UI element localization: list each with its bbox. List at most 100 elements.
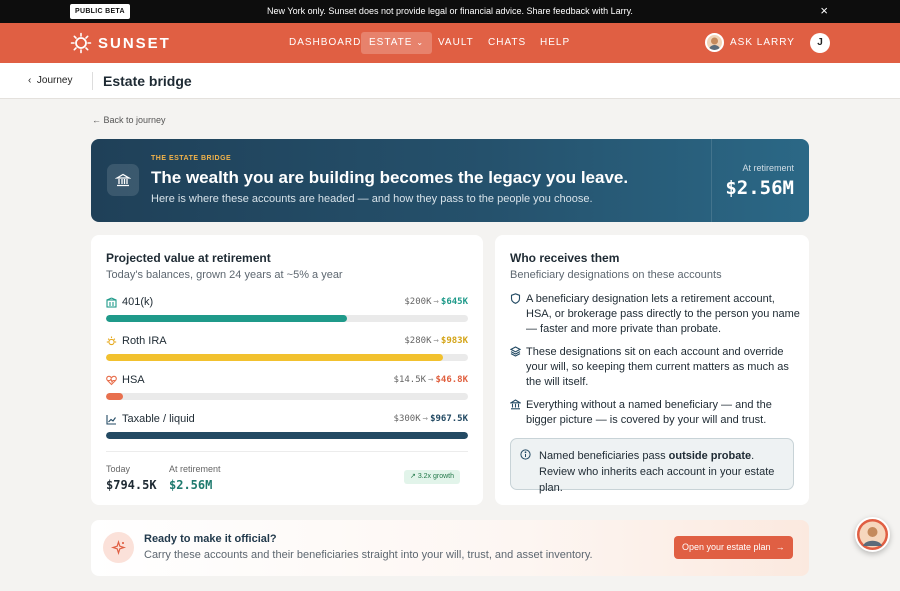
beneficiary-point-text: These designations sit on each account a…	[526, 346, 789, 388]
nav-estate[interactable]: ESTATE ⌄	[361, 32, 433, 54]
projection-subtitle: Today's balances, grown 24 years at ~5% …	[106, 269, 343, 281]
progress-track	[106, 315, 468, 322]
sunset-logo-icon	[70, 32, 92, 54]
arrow-right-icon: →	[428, 375, 434, 385]
progress-fill	[106, 354, 443, 361]
building-icon	[106, 297, 117, 308]
beneficiary-point: These designations sit on each account a…	[510, 345, 800, 390]
account-to: $645K	[440, 297, 468, 307]
chevron-left-icon: ‹	[28, 75, 37, 86]
larry-chat-launcher[interactable]	[855, 517, 890, 552]
account-to: $46.8K	[435, 375, 468, 385]
nav-chats[interactable]: CHATS	[488, 32, 526, 54]
today-total: Today $794.5K	[106, 464, 157, 492]
nav-estate-label: ESTATE	[369, 37, 413, 48]
totals-divider	[106, 451, 468, 452]
probate-note-text: Named beneficiaries pass outside probate…	[539, 448, 789, 496]
journey-back-link[interactable]: ‹ Journey	[28, 75, 72, 86]
sun-icon	[106, 336, 117, 346]
account-to: $967.5K	[430, 414, 468, 424]
beneficiaries-card: Who receives them Beneficiary designatio…	[495, 235, 809, 505]
nav-dashboard[interactable]: DASHBOARD	[289, 32, 361, 54]
note-bold: outside probate	[668, 450, 752, 462]
bank-icon	[510, 399, 521, 410]
ask-larry-button[interactable]: ASK LARRY	[705, 33, 795, 52]
account-row-401k: 401(k) $200K → $645K	[106, 295, 468, 322]
breadcrumb-divider	[92, 72, 93, 90]
hero-at-retirement-label: At retirement	[742, 163, 794, 173]
account-from: $14.5K	[393, 375, 427, 385]
cta-banner: Ready to make it official? Carry these a…	[91, 520, 809, 576]
account-name: Taxable / liquid	[122, 413, 195, 425]
account-name: HSA	[122, 374, 145, 386]
progress-fill	[106, 393, 124, 400]
beneficiary-point: A beneficiary designation lets a retirem…	[510, 292, 800, 337]
user-avatar[interactable]: J	[810, 33, 830, 53]
projection-card: Projected value at retirement Today's ba…	[91, 235, 483, 505]
beneficiaries-title: Who receives them	[510, 251, 620, 265]
estate-bridge-hero: THE ESTATE BRIDGE The wealth you are bui…	[91, 139, 809, 222]
arrow-right-icon: →	[433, 336, 439, 346]
today-label: Today	[106, 464, 131, 474]
larry-avatar	[705, 33, 724, 52]
brand-logo[interactable]: SUNSET	[70, 32, 171, 54]
main-nav: SUNSET DASHBOARD ESTATE ⌄ VAULT CHATS HEL…	[0, 23, 900, 63]
retirement-label: At retirement	[169, 464, 221, 474]
top-banner: PUBLIC BETA New York only. Sunset does n…	[0, 0, 900, 23]
brand-name: SUNSET	[98, 34, 171, 52]
journey-label: Journey	[36, 75, 73, 86]
account-row-hsa: HSA $14.5K → $46.8K	[106, 373, 468, 400]
account-from: $300K	[393, 414, 421, 424]
back-to-journey-link[interactable]: ← Back to journey	[92, 115, 166, 125]
arrow-right-icon: →	[422, 414, 429, 424]
beneficiary-point-text: Everything without a named beneficiary —…	[526, 399, 772, 426]
chart-icon	[106, 415, 116, 425]
heart-icon	[106, 375, 117, 386]
progress-track	[106, 432, 468, 439]
cta-button-label: Open your estate plan	[682, 542, 771, 552]
account-to: $983K	[440, 336, 468, 346]
account-row-roth-ira: Roth IRA $280K → $983K	[106, 334, 468, 361]
bank-icon	[107, 164, 139, 196]
info-icon	[520, 449, 531, 460]
cta-title: Ready to make it official?	[144, 533, 277, 545]
ask-larry-label: ASK LARRY	[730, 37, 795, 48]
hero-eyebrow: THE ESTATE BRIDGE	[151, 155, 232, 162]
account-name: Roth IRA	[122, 335, 167, 347]
beneficiary-point-text: A beneficiary designation lets a retirem…	[526, 293, 800, 335]
note-pre: Named beneficiaries pass	[539, 450, 669, 462]
account-from: $200K	[404, 297, 432, 307]
arrow-left-icon: ←	[92, 115, 104, 125]
growth-badge: ↗ 3.2x growth	[404, 470, 460, 484]
beneficiaries-subtitle: Beneficiary designations on these accoun…	[510, 269, 722, 281]
close-icon[interactable]: ×	[820, 3, 828, 19]
account-name: 401(k)	[122, 296, 154, 308]
arrow-right-icon: →	[433, 297, 439, 307]
retirement-value: $2.56M	[169, 478, 213, 492]
progress-fill	[106, 432, 468, 439]
open-estate-plan-button[interactable]: Open your estate plan →	[674, 536, 793, 559]
hero-title: The wealth you are building becomes the …	[151, 168, 629, 187]
today-value: $794.5K	[106, 478, 157, 492]
arrow-right-icon: →	[775, 542, 785, 552]
hero-divider	[711, 139, 712, 222]
growth-label: 3.2x growth	[417, 473, 454, 480]
probate-note: Named beneficiaries pass outside probate…	[510, 438, 794, 494]
shield-icon	[510, 293, 521, 304]
progress-fill	[106, 315, 348, 322]
banner-message: New York only. Sunset does not provide l…	[267, 6, 633, 16]
back-link-label: Back to journey	[103, 115, 166, 125]
cta-subtitle: Carry these accounts and their beneficia…	[144, 549, 593, 561]
nav-help[interactable]: HELP	[540, 32, 570, 54]
nav-vault[interactable]: VAULT	[438, 32, 474, 54]
layers-icon	[510, 346, 521, 357]
trend-up-icon: ↗	[410, 473, 418, 480]
breadcrumb: ‹ Journey Estate bridge	[0, 63, 900, 99]
chevron-down-icon: ⌄	[416, 38, 425, 47]
projection-title: Projected value at retirement	[106, 251, 271, 265]
hero-subtitle: Here is where these accounts are headed …	[151, 193, 593, 205]
beneficiary-point: Everything without a named beneficiary —…	[510, 398, 800, 428]
progress-track	[106, 393, 468, 400]
account-from: $280K	[404, 336, 432, 346]
retirement-total: At retirement $2.56M	[169, 464, 221, 492]
